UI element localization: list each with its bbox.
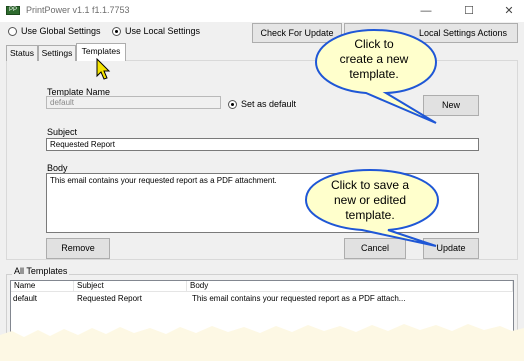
new-callout-line-1: Click to [354,37,394,51]
body-label: Body [47,163,68,173]
new-callout-text: Click to create a new template. [318,37,430,82]
all-templates-label: All Templates [12,266,70,276]
update-callout-line-1: Click to save a [330,178,410,192]
subject-label: Subject [47,127,78,137]
tab-settings[interactable]: Settings [38,45,76,61]
maximize-button[interactable]: ☐ [454,0,484,22]
subject-input[interactable]: Requested Report [46,138,479,151]
window-title: PrintPower v1.1 f1.1.7753 [26,5,130,15]
update-callout-line-2: new or edited [333,193,407,207]
template-row-body[interactable]: This email contains your requested repor… [192,294,405,303]
use-global-settings-label: Use Global Settings [21,26,101,36]
use-global-settings-radio[interactable] [8,27,17,36]
torn-paper-edge [0,324,524,361]
app-icon: PP [6,6,20,15]
update-callout-line-3: template. [345,208,395,222]
column-header-name[interactable]: Name [11,281,74,292]
template-row-name[interactable]: default [13,294,37,303]
minimize-button[interactable]: — [411,0,441,22]
new-callout-line-3: template. [349,67,399,81]
set-as-default-radio[interactable] [228,100,237,109]
close-button[interactable]: ✕ [494,0,524,22]
use-local-settings-label: Use Local Settings [125,26,201,36]
mouse-cursor-icon [96,58,111,80]
tab-status[interactable]: Status [6,45,38,61]
remove-template-button[interactable]: Remove [46,238,110,259]
column-header-subject[interactable]: Subject [74,281,187,292]
column-header-body[interactable]: Body [187,281,513,292]
set-as-default-label: Set as default [241,99,297,109]
use-local-settings-radio[interactable] [112,27,121,36]
update-callout-text: Click to save a new or edited template. [308,178,432,223]
template-row-subject[interactable]: Requested Report [77,294,142,303]
new-callout-line-2: create a new [339,52,409,66]
template-name-field[interactable]: default [46,96,221,109]
